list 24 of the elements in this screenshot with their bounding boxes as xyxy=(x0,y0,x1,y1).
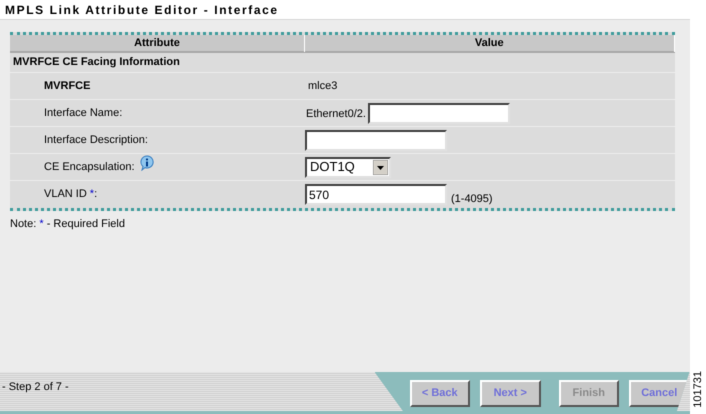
figure-id: 101731 xyxy=(690,371,704,408)
field-label: Interface Name: xyxy=(44,106,122,121)
section-heading: MVRFCE CE Facing Information xyxy=(13,55,180,70)
select-field[interactable]: DOT1Q xyxy=(305,156,391,178)
input-field[interactable] xyxy=(368,102,510,124)
field-prefix: Ethernet0/2. xyxy=(306,107,366,122)
wizard-button[interactable]: Next > xyxy=(480,380,540,407)
field-label: VLAN ID *: xyxy=(44,187,98,202)
info-icon[interactable] xyxy=(138,155,154,171)
window-title: MPLS Link Attribute Editor - Interface xyxy=(5,2,279,18)
required-note: Note: * - Required Field xyxy=(10,217,125,232)
field-label: MVRFCE xyxy=(44,78,90,94)
dropdown-icon[interactable] xyxy=(373,160,388,174)
field-value: mlce3 xyxy=(307,78,338,94)
input-field[interactable]: 570 xyxy=(305,184,447,205)
column-header: Value xyxy=(474,36,504,51)
field-label: Interface Description: xyxy=(44,132,148,148)
column-header: Attribute xyxy=(134,36,180,51)
wizard-button[interactable]: < Back xyxy=(410,380,470,407)
step-indicator: - Step 2 of 7 - xyxy=(2,381,69,393)
input-field[interactable] xyxy=(305,130,447,150)
wizard-button[interactable]: Cancel xyxy=(629,380,690,407)
field-hint: (1-4095) xyxy=(451,192,493,206)
field-label: CE Encapsulation: xyxy=(44,160,134,175)
